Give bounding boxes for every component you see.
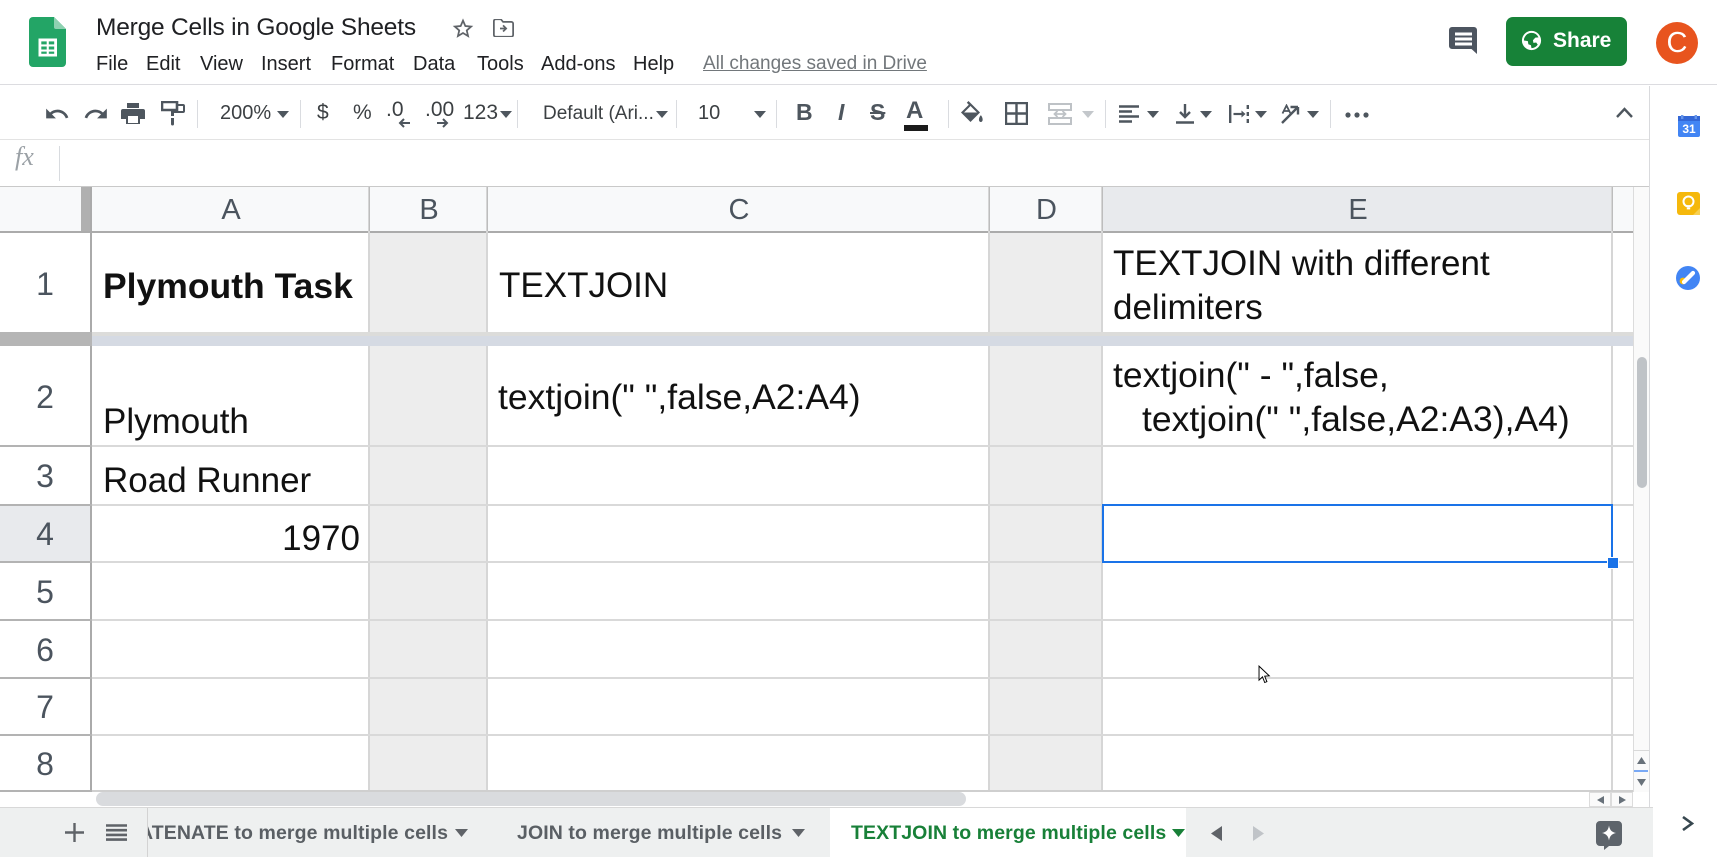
svg-text:31: 31 [1682,122,1696,136]
